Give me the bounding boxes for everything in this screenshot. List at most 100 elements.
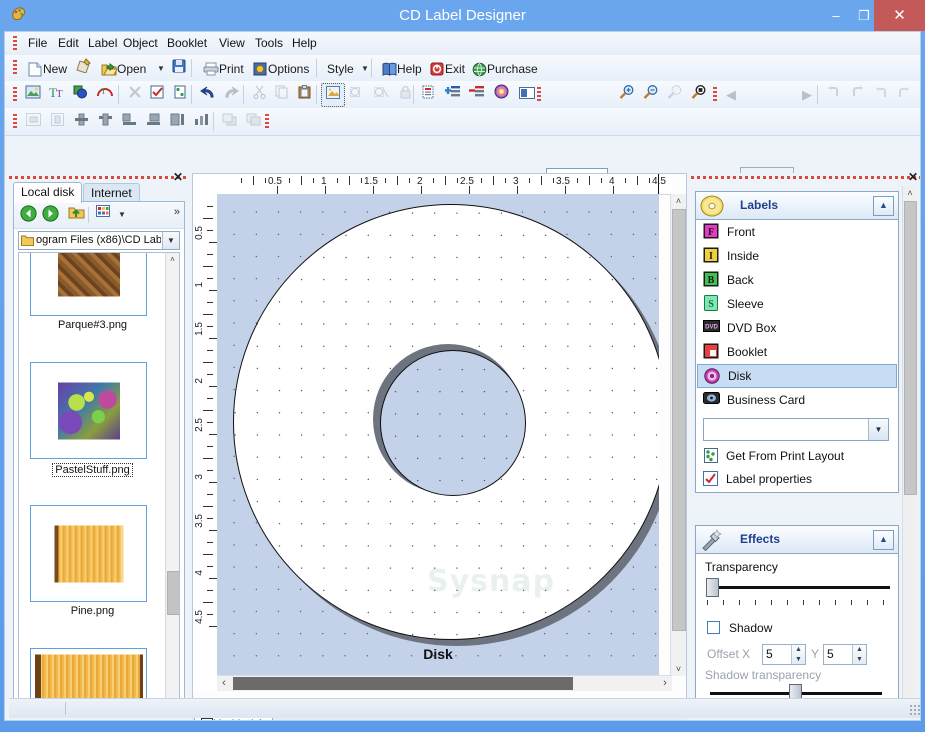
exit-button[interactable]: Exit [425,57,469,81]
zoom-out-icon[interactable] [639,83,663,107]
paste-icon[interactable] [293,83,317,107]
label-item-inside[interactable]: I Inside [697,244,897,268]
offset-y-field[interactable]: 5 ▲ ▼ [823,644,867,665]
center-vertically-icon[interactable] [45,110,69,134]
position-toolbar-grip[interactable] [265,114,269,129]
up-folder-icon[interactable] [66,205,86,225]
delete-icon[interactable] [123,83,147,107]
main-toolbar-grip[interactable] [13,60,17,75]
rotate-left-icon[interactable] [821,83,845,107]
right-dock-header[interactable]: ✕ [691,170,920,185]
insert-shape-icon[interactable] [69,83,93,107]
canvas-scroll-up[interactable]: ˄ [671,194,686,208]
print-button[interactable]: Print [199,57,248,81]
next-page-icon[interactable]: ▶ [795,83,819,107]
canvas-horizontal-scrollbar[interactable]: ‹ › [217,675,672,691]
canvas-vertical-scrollbar[interactable]: ˄ ˅ [670,194,686,676]
canvas-scroll-down[interactable]: ˅ [671,662,686,676]
track-list-icon[interactable] [417,83,441,107]
align-top-icon[interactable] [69,110,93,134]
menu-view[interactable]: View [214,35,250,52]
right-dock-close-icon[interactable]: ✕ [906,170,920,184]
new-button[interactable]: New [23,57,71,81]
zoom-selection-icon[interactable] [663,83,687,107]
labels-panel-collapse-button[interactable]: ▲ [873,196,894,216]
options-button[interactable]: Options [248,57,313,81]
path-dropdown-icon[interactable]: ▼ [162,232,179,249]
menu-file[interactable]: File [23,35,52,52]
right-dock-scroll-up[interactable]: ˄ [903,186,917,200]
align-bottom-icon[interactable] [141,110,165,134]
tab-internet[interactable]: Internet [83,183,140,203]
file-thumbnail[interactable] [30,505,147,602]
transparency-slider-knob[interactable] [706,578,719,597]
effects-panel-collapse-button[interactable]: ▲ [873,530,894,550]
file-list-scrollbar[interactable]: ˄ ˅ [165,253,179,712]
back-icon[interactable] [18,205,38,225]
label-item-dvd-box[interactable]: DVD DVD Box [697,316,897,340]
zoom-fit-icon[interactable] [687,83,711,107]
remove-track-icon[interactable] [465,83,489,107]
labels-panel-header[interactable]: Labels ▲ [696,192,898,220]
properties-icon[interactable] [168,83,192,107]
label-item-disk[interactable]: Disk [697,364,897,388]
menu-booklet[interactable]: Booklet [162,35,212,52]
file-thumbnail[interactable] [30,362,147,459]
view-mode-icon[interactable] [94,205,114,225]
more-icon[interactable]: » [174,206,180,218]
fit-icon[interactable] [515,83,539,107]
cut-icon[interactable] [247,83,271,107]
shadow-checkbox[interactable] [707,621,720,634]
menu-tools[interactable]: Tools [250,35,288,52]
insert-text-icon[interactable]: TT [45,83,69,107]
menu-help[interactable]: Help [287,35,322,52]
file-thumbnail[interactable] [30,253,147,316]
label-format-combo[interactable]: ▼ [703,418,889,441]
align-left-icon[interactable] [117,110,141,134]
insert-curve-text-icon[interactable]: T [93,83,117,107]
transparency-slider[interactable] [705,578,891,600]
effects-panel-header[interactable]: Effects ▲ [696,526,898,554]
ungroup-icon[interactable] [369,83,393,107]
forward-icon[interactable] [40,205,60,225]
page-toolbar-grip[interactable] [713,87,717,102]
zoom-in-icon[interactable] [615,83,639,107]
menu-label[interactable]: Label [83,35,122,52]
bring-to-front-icon[interactable] [217,110,241,134]
file-list-scroll-thumb[interactable] [167,571,179,615]
add-track-icon[interactable] [441,83,465,107]
object-toolbar-grip[interactable] [13,87,17,102]
select-icon[interactable] [145,83,169,107]
insert-image-icon[interactable] [21,83,45,107]
menu-edit[interactable]: Edit [53,35,84,52]
background-icon[interactable] [321,83,345,107]
label-item-sleeve[interactable]: S Sleeve [697,292,897,316]
redo-icon[interactable] [219,83,243,107]
flip-h-icon[interactable] [869,83,893,107]
flip-v-icon[interactable] [891,83,915,107]
zoom-toolbar-grip[interactable] [537,87,541,102]
purchase-button[interactable]: Purchase [467,57,542,81]
save-disk-icon[interactable] [167,57,191,81]
offset-y-spinner[interactable]: ▲ ▼ [852,645,866,664]
help-button[interactable]: Help [377,57,426,81]
menubar-grip[interactable] [13,36,17,51]
canvas-hscroll-thumb[interactable] [233,677,573,690]
list-item[interactable]: Pine.png [19,501,166,644]
copy-icon[interactable] [270,83,294,107]
group-icon[interactable] [345,83,369,107]
right-dock-scrollbar[interactable]: ˄ ˅ [902,186,917,715]
align-middle-icon[interactable] [93,110,117,134]
resize-grip[interactable] [909,704,920,716]
view-mode-dropdown-icon[interactable]: ▼ [112,205,132,225]
label-item-booklet[interactable]: Booklet [697,340,897,364]
align-right-icon[interactable] [165,110,189,134]
list-item[interactable]: PastelStuff.png [19,358,166,501]
center-horizontally-icon[interactable] [21,110,45,134]
offset-x-field[interactable]: 5 ▲ ▼ [762,644,806,665]
disc-palette-icon[interactable] [489,83,513,107]
label-properties-link[interactable]: Label properties [696,468,898,491]
path-bar[interactable]: ogram Files (x86)\CD Labe ▼ [18,231,180,250]
right-dock-scroll-thumb[interactable] [904,201,917,495]
offset-x-spinner[interactable]: ▲ ▼ [791,645,805,664]
